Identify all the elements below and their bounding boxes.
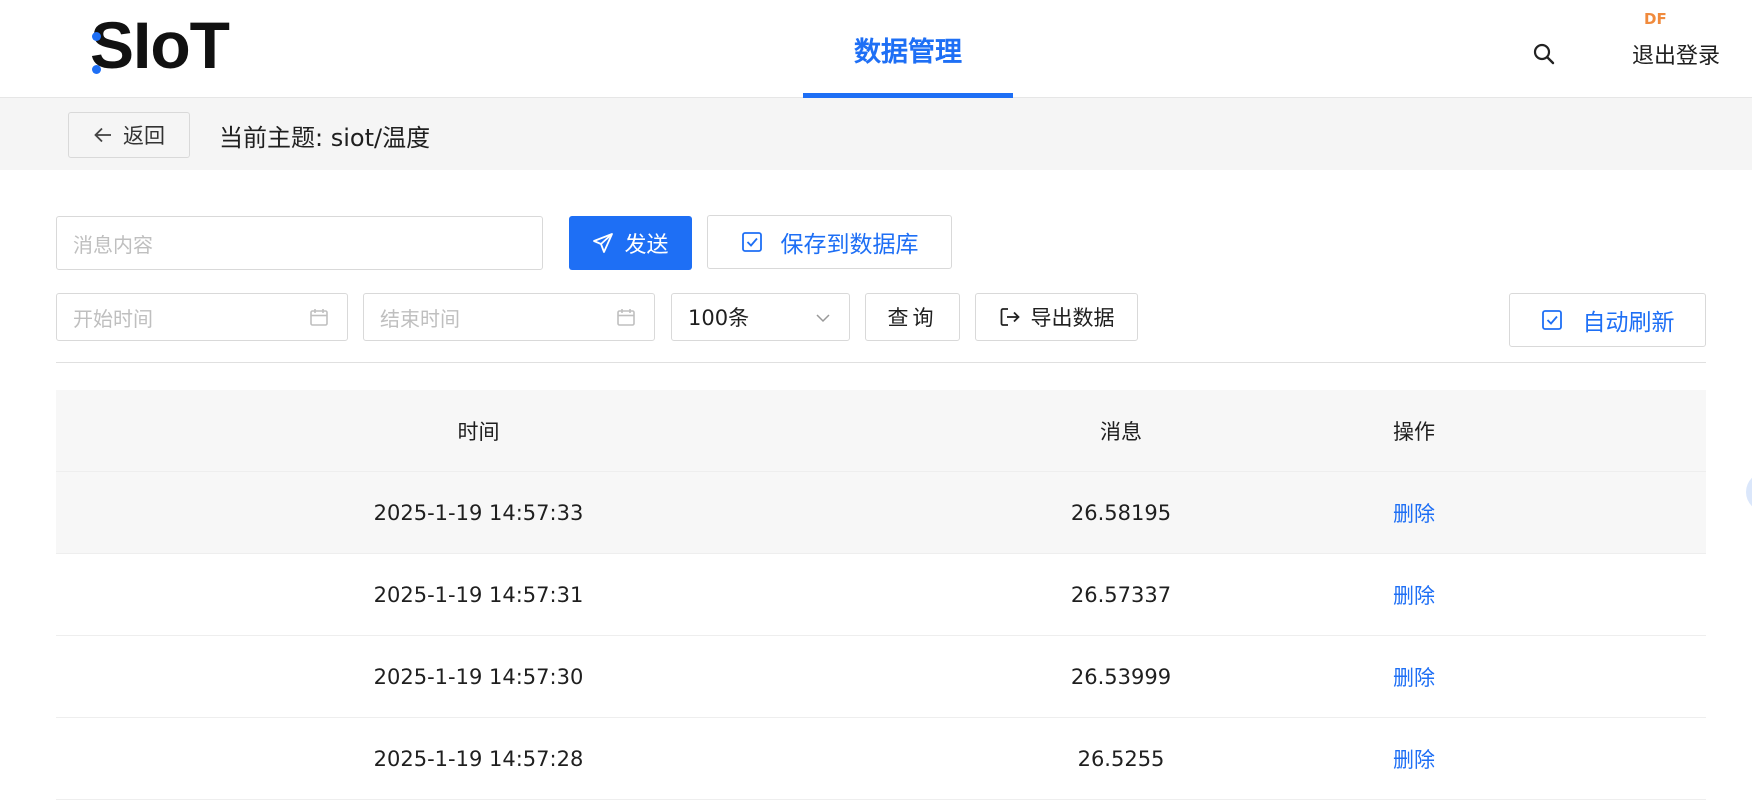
send-label: 发送 [624, 233, 669, 258]
cell-time: 2025-1-19 14:57:28 [373, 747, 584, 771]
export-data-button[interactable]: 导出数据 [975, 293, 1138, 341]
delete-link[interactable]: 删除 [1393, 498, 1435, 528]
cell-action: 删除 [1341, 554, 1487, 636]
tab-data-management[interactable]: 数据管理 [803, 0, 1013, 98]
siot-logo[interactable]: SIoT [90, 12, 230, 78]
tab-label: 数据管理 [854, 36, 962, 68]
search-button[interactable] [1520, 30, 1568, 78]
message-placeholder: 消息内容 [73, 232, 153, 257]
delete-link[interactable]: 删除 [1393, 580, 1435, 610]
cell-action: 删除 [1341, 718, 1487, 800]
delete-link[interactable]: 删除 [1393, 744, 1435, 774]
save-label: 保存到数据库 [780, 232, 919, 258]
limit-select[interactable]: 100条 [671, 293, 850, 341]
cell-time: 2025-1-19 14:57:30 [373, 665, 584, 689]
app-header: SIoT 数据管理 DF 退出登录 [0, 0, 1752, 98]
query-button[interactable]: 查询 [865, 293, 960, 341]
floating-widget-edge[interactable] [1746, 472, 1752, 512]
checkbox-icon [1541, 310, 1562, 330]
checkbox-icon [741, 232, 762, 252]
cell-message: 26.5255 [1077, 747, 1165, 771]
column-header-message: 消息 [1100, 420, 1142, 444]
cell-message: 26.57337 [1070, 583, 1172, 607]
cell-time: 2025-1-19 14:57:31 [373, 583, 584, 607]
start-time-input[interactable]: 开始时间 [56, 293, 348, 341]
arrow-left-icon [94, 127, 111, 143]
cell-message: 26.58195 [1070, 501, 1172, 525]
cell-action: 删除 [1341, 636, 1487, 718]
export-icon [1000, 308, 1020, 326]
table-row: 2025-1-19 14:57:33 26.58195 删除 [56, 472, 1706, 554]
calendar-icon [310, 309, 328, 326]
cell-message: 26.53999 [1070, 665, 1172, 689]
back-button[interactable]: 返回 [68, 112, 190, 158]
export-label: 导出数据 [1030, 306, 1115, 330]
limit-value: 100条 [688, 306, 750, 330]
calendar-icon [617, 309, 635, 326]
logo-dot-bottom [92, 65, 101, 74]
current-topic: 当前主题: siot/温度 [219, 124, 431, 152]
table-header: 时间 消息 操作 [56, 390, 1706, 472]
query-label: 查询 [887, 306, 938, 330]
table-row: 2025-1-19 14:57:30 26.53999 删除 [56, 636, 1706, 718]
save-to-database-button[interactable]: 保存到数据库 [707, 215, 952, 269]
divider [56, 362, 1706, 363]
start-time-placeholder: 开始时间 [73, 306, 153, 331]
df-badge: DF [1644, 10, 1667, 28]
topic-bar: 返回 当前主题: siot/温度 [0, 98, 1752, 170]
table-row: 2025-1-19 14:57:31 26.57337 删除 [56, 554, 1706, 636]
logo-text: SIoT [90, 8, 230, 82]
back-label: 返回 [123, 124, 165, 148]
send-icon [593, 233, 614, 253]
send-button[interactable]: 发送 [569, 216, 692, 270]
chevron-down-icon [816, 314, 830, 323]
message-input[interactable]: 消息内容 [56, 216, 543, 270]
end-time-placeholder: 结束时间 [380, 306, 460, 331]
auto-refresh-toggle[interactable]: 自动刷新 [1509, 293, 1706, 347]
table-row: 2025-1-19 14:57:28 26.5255 删除 [56, 718, 1706, 800]
logo-dot-top [92, 32, 101, 41]
cell-action: 删除 [1341, 472, 1487, 554]
cell-time: 2025-1-19 14:57:33 [373, 501, 584, 525]
delete-link[interactable]: 删除 [1393, 662, 1435, 692]
column-header-time: 时间 [457, 420, 500, 444]
column-header-actions: 操作 [1393, 420, 1435, 444]
end-time-input[interactable]: 结束时间 [363, 293, 655, 341]
logout-link[interactable]: 退出登录 [1632, 38, 1720, 70]
search-icon [1533, 43, 1555, 65]
auto-refresh-label: 自动刷新 [1582, 310, 1675, 336]
data-table: 时间 消息 操作 2025-1-19 14:57:33 26.58195 删除 … [56, 390, 1706, 800]
